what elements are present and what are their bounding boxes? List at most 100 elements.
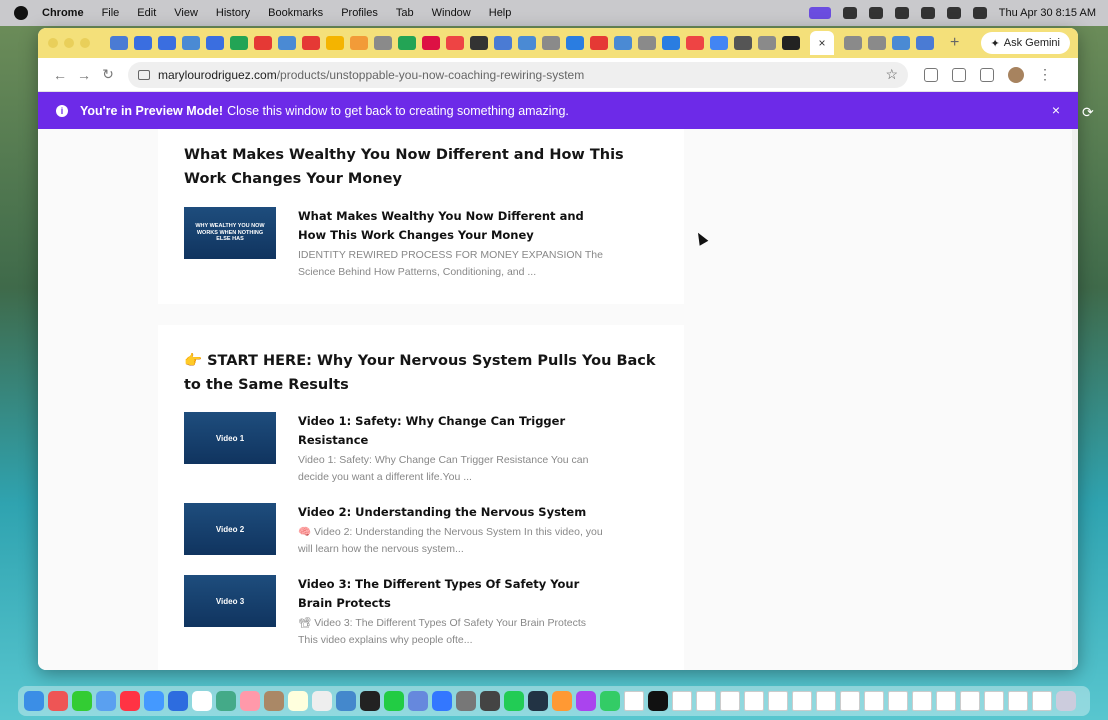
chatgpt-tab-icon[interactable] [374,36,392,50]
wifi-icon[interactable] [920,7,935,19]
preview-icon[interactable] [408,691,428,711]
meta-tab-icon[interactable] [566,36,584,50]
document-icon[interactable] [768,691,788,711]
document-icon[interactable] [792,691,812,711]
menu-file[interactable]: File [102,7,120,19]
messages-icon[interactable] [72,691,92,711]
search-icon[interactable] [946,7,961,19]
zoom-icon[interactable] [168,691,188,711]
google-tab-icon[interactable] [710,36,728,50]
document-icon[interactable] [624,691,644,711]
chatgpt-tab-icon[interactable] [868,36,886,50]
claude-tab-icon[interactable] [350,36,368,50]
moon-icon[interactable] [868,7,883,19]
document-icon[interactable] [936,691,956,711]
document-icon[interactable] [840,691,860,711]
chrome-icon[interactable] [216,691,236,711]
lesson-item[interactable]: Video 3 Video 3: The Different Types Of … [184,575,604,655]
lesson-title[interactable]: What Makes Wealthy You Now Different and… [298,207,608,245]
photos-icon[interactable] [240,691,260,711]
site-tab-icon[interactable] [278,36,296,50]
document-icon[interactable] [816,691,836,711]
calendar-icon[interactable] [192,691,212,711]
forward-button[interactable]: → [72,67,96,83]
youtube-tab-icon[interactable] [590,36,608,50]
youtube-tab-icon[interactable] [302,36,320,50]
document-icon[interactable] [984,691,1004,711]
page-scrollbar[interactable] [1072,129,1078,670]
settings-icon[interactable] [456,691,476,711]
address-bar[interactable]: marylourodriguez.com /products/unstoppab… [128,61,908,88]
minimize-window-button[interactable] [64,38,74,48]
lesson-thumbnail[interactable]: Video 1 [184,412,276,464]
menu-edit[interactable]: Edit [137,7,156,19]
reload-button[interactable]: ↻ [96,66,120,83]
active-tab[interactable]: × [810,31,834,55]
menu-help[interactable]: Help [489,7,512,19]
document-icon[interactable] [912,691,932,711]
new-tab-button[interactable]: + [950,34,959,52]
sheets-tab-icon[interactable] [230,36,248,50]
extension-icon[interactable] [924,67,938,82]
finder-icon[interactable] [24,691,44,711]
launchpad-icon[interactable] [48,691,68,711]
menu-tab[interactable]: Tab [396,7,414,19]
trash-icon[interactable] [1056,691,1076,711]
zoom-tab-icon[interactable] [158,36,176,50]
music-icon[interactable] [120,691,140,711]
more-menu-icon[interactable]: ⋮ [1038,66,1052,83]
app-icon[interactable] [600,691,620,711]
zoom-tab-icon[interactable] [134,36,152,50]
ask-gemini-button[interactable]: ✦ Ask Gemini [980,32,1070,54]
document-icon[interactable] [864,691,884,711]
control-center-icon[interactable] [972,7,987,19]
extension-status-icon[interactable] [842,7,857,19]
menu-profiles[interactable]: Profiles [341,7,378,19]
app-icon[interactable] [552,691,572,711]
docs-tab-icon[interactable] [916,36,934,50]
mail-icon[interactable] [96,691,116,711]
docs-tab-icon[interactable] [110,36,128,50]
lesson-thumbnail[interactable]: WHY WEALTHY YOU NOW WORKS WHEN NOTHING E… [184,207,276,259]
document-icon[interactable] [696,691,716,711]
lesson-title[interactable]: Video 1: Safety: Why Change Can Trigger … [298,412,608,450]
zoom-window-button[interactable] [80,38,90,48]
document-icon[interactable] [720,691,740,711]
appstore-icon[interactable] [432,691,452,711]
puzzle-icon[interactable] [952,67,966,82]
chatgpt-tab-icon[interactable] [542,36,560,50]
appletv-icon[interactable] [360,691,380,711]
star-tab-icon[interactable] [470,36,488,50]
screen-record-icon[interactable] [808,7,831,19]
app-icon[interactable] [648,691,668,711]
document-icon[interactable] [744,691,764,711]
zoom-tab-icon[interactable] [206,36,224,50]
site-tab-icon[interactable] [734,36,752,50]
site-tab-icon[interactable] [422,36,440,50]
meta-tab-icon[interactable] [662,36,680,50]
drive-tab-icon[interactable] [326,36,344,50]
chatgpt-tab-icon[interactable] [638,36,656,50]
tab-close-icon[interactable]: × [818,36,825,50]
side-panel-icon[interactable] [980,67,994,82]
lesson-thumbnail[interactable]: Video 3 [184,575,276,627]
menu-window[interactable]: Window [432,7,471,19]
site-tab-icon[interactable] [518,36,536,50]
site-info-icon[interactable] [138,69,150,80]
youtube-tab-icon[interactable] [254,36,272,50]
document-icon[interactable] [960,691,980,711]
lesson-title[interactable]: Video 3: The Different Types Of Safety Y… [298,575,608,613]
document-icon[interactable] [1032,691,1052,711]
whatsapp-icon[interactable] [504,691,524,711]
document-icon[interactable] [672,691,692,711]
site-tab-icon[interactable] [892,36,910,50]
app-icon[interactable] [480,691,500,711]
menu-chrome[interactable]: Chrome [42,7,84,19]
back-button[interactable]: ← [48,67,72,83]
site-tab-icon[interactable] [782,36,800,50]
bookmark-star-icon[interactable]: ☆ [885,66,898,83]
refresh-icon[interactable]: ⟳ [1082,104,1094,121]
close-window-button[interactable] [48,38,58,48]
lesson-title[interactable]: Video 2: Understanding the Nervous Syste… [298,503,608,522]
safari-icon[interactable] [144,691,164,711]
